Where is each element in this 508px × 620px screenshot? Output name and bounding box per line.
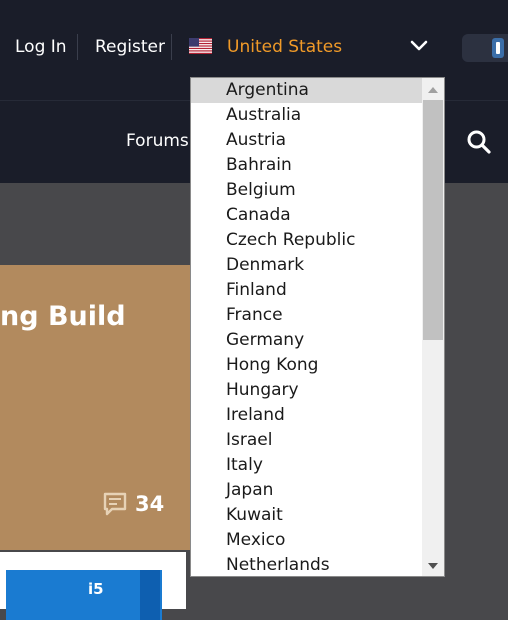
dropdown-option[interactable]: Germany: [191, 328, 422, 353]
dropdown-option[interactable]: Belgium: [191, 178, 422, 203]
scroll-up-arrow-icon[interactable]: [422, 82, 444, 96]
theme-toggle[interactable]: [462, 34, 508, 62]
comment-count: 34: [135, 492, 165, 516]
dropdown-option[interactable]: Ireland: [191, 403, 422, 428]
header-divider: [171, 34, 172, 60]
dropdown-option[interactable]: Mexico: [191, 528, 422, 553]
chevron-down-icon[interactable]: [409, 38, 429, 54]
comment-icon: [102, 491, 128, 517]
toggle-knob: [492, 38, 504, 58]
article-card-thumbnail[interactable]: i5: [0, 552, 186, 620]
dropdown-option[interactable]: Argentina: [191, 78, 422, 103]
dropdown-option[interactable]: Netherlands: [191, 553, 422, 576]
dropdown-option[interactable]: Hong Kong: [191, 353, 422, 378]
dropdown-option[interactable]: Denmark: [191, 253, 422, 278]
search-icon[interactable]: [466, 129, 492, 155]
dropdown-option[interactable]: Kuwait: [191, 503, 422, 528]
dropdown-option[interactable]: France: [191, 303, 422, 328]
product-image-side: [140, 570, 160, 620]
product-image: [6, 570, 162, 620]
dropdown-option[interactable]: Australia: [191, 103, 422, 128]
dropdown-option[interactable]: Finland: [191, 278, 422, 303]
dropdown-option[interactable]: Hungary: [191, 378, 422, 403]
dropdown-option[interactable]: Bahrain: [191, 153, 422, 178]
dropdown-option[interactable]: Canada: [191, 203, 422, 228]
scroll-down-arrow-icon[interactable]: [422, 558, 444, 572]
article-title[interactable]: ng Build: [0, 300, 126, 334]
dropdown-option[interactable]: Italy: [191, 453, 422, 478]
country-dropdown-list[interactable]: Argentina Australia Austria Bahrain Belgium C…: [190, 77, 445, 577]
dropdown-option[interactable]: Japan: [191, 478, 422, 503]
dropdown-option[interactable]: Czech Republic: [191, 228, 422, 253]
login-link[interactable]: Log In: [15, 36, 67, 58]
country-select[interactable]: United States: [227, 36, 342, 58]
scrollbar[interactable]: [422, 78, 444, 576]
article-card[interactable]: ng Build 34: [0, 265, 190, 550]
scrollbar-thumb[interactable]: [423, 100, 443, 340]
forums-link[interactable]: Forums: [126, 130, 189, 152]
us-flag-icon[interactable]: [189, 38, 212, 54]
register-link[interactable]: Register: [95, 36, 165, 58]
product-badge: i5: [88, 580, 104, 598]
dropdown-option[interactable]: Austria: [191, 128, 422, 153]
dropdown-option[interactable]: Israel: [191, 428, 422, 453]
header-divider: [77, 34, 78, 60]
